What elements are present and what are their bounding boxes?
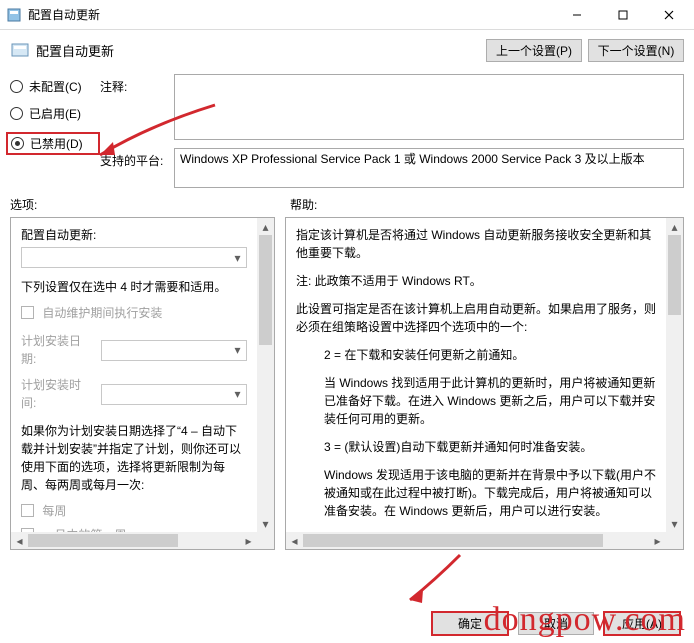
minimize-button[interactable] <box>554 0 600 30</box>
window-title: 配置自动更新 <box>28 6 554 23</box>
help-section-label: 帮助: <box>280 196 684 213</box>
titlebar: 配置自动更新 <box>0 0 694 30</box>
policy-icon <box>10 40 30 60</box>
ok-button[interactable]: 确定 <box>432 612 508 635</box>
help-hscrollbar[interactable]: ◂ ▸ <box>286 532 666 549</box>
options-vscrollbar[interactable]: ▴ ▾ <box>257 218 274 532</box>
annotation-arrow-2 <box>395 550 475 610</box>
install-date-dropdown[interactable]: ▾ <box>101 340 247 361</box>
platform-textbox: Windows XP Professional Service Pack 1 或… <box>174 148 684 188</box>
scroll-corner <box>666 532 683 549</box>
highlight-disabled: 已禁用(D) <box>6 132 100 155</box>
radio-not-configured-label: 未配置(C) <box>29 78 82 95</box>
cancel-button[interactable]: 取消 <box>518 612 594 635</box>
scroll-thumb[interactable] <box>303 534 603 547</box>
subheader: 配置自动更新 上一个设置(P) 下一个设置(N) <box>0 30 694 70</box>
checkbox-week-label: 每周 <box>42 504 66 518</box>
options-group-label: 配置自动更新: <box>21 226 247 244</box>
platform-label: 支持的平台: <box>100 148 166 169</box>
next-setting-button[interactable]: 下一个设置(N) <box>588 39 684 62</box>
scroll-corner <box>257 532 274 549</box>
radio-not-configured[interactable]: 未配置(C) <box>10 78 100 95</box>
scroll-down-icon: ▾ <box>257 515 274 532</box>
comment-textbox[interactable] <box>174 74 684 140</box>
radio-enabled-label: 已启用(E) <box>29 105 81 122</box>
options-hscrollbar[interactable]: ◂ ▸ <box>11 532 257 549</box>
checkbox-week[interactable] <box>21 504 34 517</box>
scroll-thumb[interactable] <box>259 235 272 345</box>
help-p4: 2 = 在下载和安装任何更新之前通知。 <box>296 346 656 364</box>
scroll-thumb[interactable] <box>28 534 178 547</box>
scroll-left-icon: ◂ <box>286 532 303 549</box>
options-note: 下列设置仅在选中 4 时才需要和适用。 <box>21 278 247 296</box>
options-inner: 配置自动更新: ▾ 下列设置仅在选中 4 时才需要和适用。 自动维护期间执行安装… <box>11 218 257 532</box>
apply-button[interactable]: 应用(A) <box>604 612 680 635</box>
options-paragraph: 如果你为计划安装日期选择了“4 – 自动下载并计划安装”并指定了计划，则你还可以… <box>21 422 247 494</box>
radio-column: 未配置(C) 已启用(E) 已禁用(D) <box>10 74 100 188</box>
chevron-down-icon: ▾ <box>229 385 246 403</box>
prev-setting-button[interactable]: 上一个设置(P) <box>486 39 582 62</box>
scroll-down-icon: ▾ <box>666 515 683 532</box>
scroll-right-icon: ▸ <box>649 532 666 549</box>
radio-enabled[interactable]: 已启用(E) <box>10 105 100 122</box>
help-p2: 注: 此政策不适用于 Windows RT。 <box>296 272 656 290</box>
options-section-label: 选项: <box>10 196 280 213</box>
options-box: 配置自动更新: ▾ 下列设置仅在选中 4 时才需要和适用。 自动维护期间执行安装… <box>10 217 275 550</box>
page-subtitle: 配置自动更新 <box>36 41 480 60</box>
content-row: 配置自动更新: ▾ 下列设置仅在选中 4 时才需要和适用。 自动维护期间执行安装… <box>0 217 694 550</box>
chevron-down-icon: ▾ <box>229 249 246 267</box>
app-icon <box>6 7 22 23</box>
help-p7: Windows 发现适用于该电脑的更新并在背景中予以下载(用户不被通知或在此过程… <box>296 466 656 520</box>
meta-column: 注释: 支持的平台: Windows XP Professional Servi… <box>100 74 684 188</box>
scroll-thumb[interactable] <box>668 235 681 315</box>
checkbox-maintenance-label: 自动维护期间执行安装 <box>42 306 162 320</box>
help-box: 指定该计算机是否将通过 Windows 自动更新服务接收安全更新和其他重要下载。… <box>285 217 684 550</box>
scroll-left-icon: ◂ <box>11 532 28 549</box>
help-p3: 此设置可指定是否在该计算机上启用自动更新。如果启用了服务，则必须在组策略设置中选… <box>296 300 656 336</box>
scroll-up-icon: ▴ <box>666 218 683 235</box>
comment-label: 注释: <box>100 74 166 95</box>
radio-circle-icon <box>10 80 23 93</box>
radio-disabled-label: 已禁用(D) <box>30 135 83 152</box>
help-p6: 3 = (默认设置)自动下载更新并通知何时准备安装。 <box>296 438 656 456</box>
scroll-up-icon: ▴ <box>257 218 274 235</box>
checkbox-maintenance[interactable] <box>21 306 34 319</box>
maximize-button[interactable] <box>600 0 646 30</box>
help-inner: 指定该计算机是否将通过 Windows 自动更新服务接收安全更新和其他重要下载。… <box>286 218 666 532</box>
radio-circle-icon <box>10 107 23 120</box>
chevron-down-icon: ▾ <box>229 341 246 359</box>
radio-disabled[interactable]: 已禁用(D) <box>11 135 83 152</box>
close-button[interactable] <box>646 0 692 30</box>
dialog-buttons: 确定 取消 应用(A) <box>432 612 680 635</box>
section-labels-row: 选项: 帮助: <box>0 194 694 217</box>
help-p5: 当 Windows 找到适用于此计算机的更新时，用户将被通知更新已准备好下载。在… <box>296 374 656 428</box>
radio-circle-icon <box>11 137 24 150</box>
help-p1: 指定该计算机是否将通过 Windows 自动更新服务接收安全更新和其他重要下载。 <box>296 226 656 262</box>
help-vscrollbar[interactable]: ▴ ▾ <box>666 218 683 532</box>
update-mode-dropdown[interactable]: ▾ <box>21 247 247 268</box>
install-time-dropdown[interactable]: ▾ <box>101 384 247 405</box>
install-time-label: 计划安装时间: <box>21 376 95 412</box>
install-date-label: 计划安装日期: <box>21 332 95 368</box>
scroll-right-icon: ▸ <box>240 532 257 549</box>
config-row: 未配置(C) 已启用(E) 已禁用(D) 注释: 支持的平台: Windows … <box>0 70 694 194</box>
